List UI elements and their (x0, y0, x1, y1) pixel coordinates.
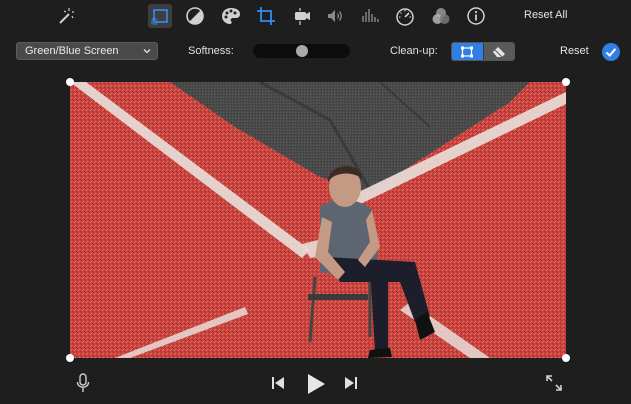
softness-slider[interactable] (253, 44, 350, 58)
stabilization-icon[interactable] (290, 4, 314, 28)
filter-icon[interactable] (429, 4, 453, 28)
crop-handle-top-right[interactable] (562, 78, 570, 86)
preview-frame (70, 82, 566, 358)
crop-handle-top-left[interactable] (66, 78, 74, 86)
cleanup-tools (451, 42, 515, 61)
softness-label: Softness: (188, 45, 234, 57)
play-icon[interactable] (306, 374, 326, 394)
crop-handle-bottom-left[interactable] (66, 354, 74, 362)
checkmark-icon[interactable] (601, 42, 621, 62)
crop-cleanup-button[interactable] (452, 43, 483, 60)
overlay-options: Green/Blue Screen Softness: Clean-up: Re… (0, 38, 631, 66)
overlay-mode-value: Green/Blue Screen (25, 45, 119, 57)
adjustments-toolbar: Reset All (0, 0, 631, 34)
microphone-icon[interactable] (75, 373, 91, 393)
volume-icon[interactable] (323, 4, 347, 28)
eraser-icon (492, 46, 505, 57)
overlay-settings-icon[interactable] (148, 4, 172, 28)
crop-icon[interactable] (254, 4, 278, 28)
chevron-down-icon (143, 49, 151, 54)
speed-icon[interactable] (393, 4, 417, 28)
color-palette-icon[interactable] (219, 4, 243, 28)
skip-forward-icon[interactable] (344, 377, 358, 389)
crop-cleanup-icon (461, 46, 474, 57)
reset-all-button[interactable]: Reset All (524, 9, 567, 21)
skip-back-icon[interactable] (271, 377, 285, 389)
noise-reduction-icon[interactable] (358, 4, 382, 28)
reset-button[interactable]: Reset (560, 45, 589, 57)
eraser-button[interactable] (482, 43, 514, 60)
color-balance-icon[interactable] (183, 4, 207, 28)
magic-wand-icon[interactable] (53, 4, 77, 28)
softness-slider-knob[interactable] (295, 45, 308, 57)
playback-controls (0, 366, 631, 402)
fullscreen-icon[interactable] (545, 374, 563, 392)
video-preview[interactable] (70, 82, 566, 358)
info-icon[interactable] (464, 4, 488, 28)
cleanup-label: Clean-up: (390, 45, 438, 57)
overlay-mode-popup[interactable]: Green/Blue Screen (16, 42, 158, 60)
crop-handle-bottom-right[interactable] (562, 354, 570, 362)
